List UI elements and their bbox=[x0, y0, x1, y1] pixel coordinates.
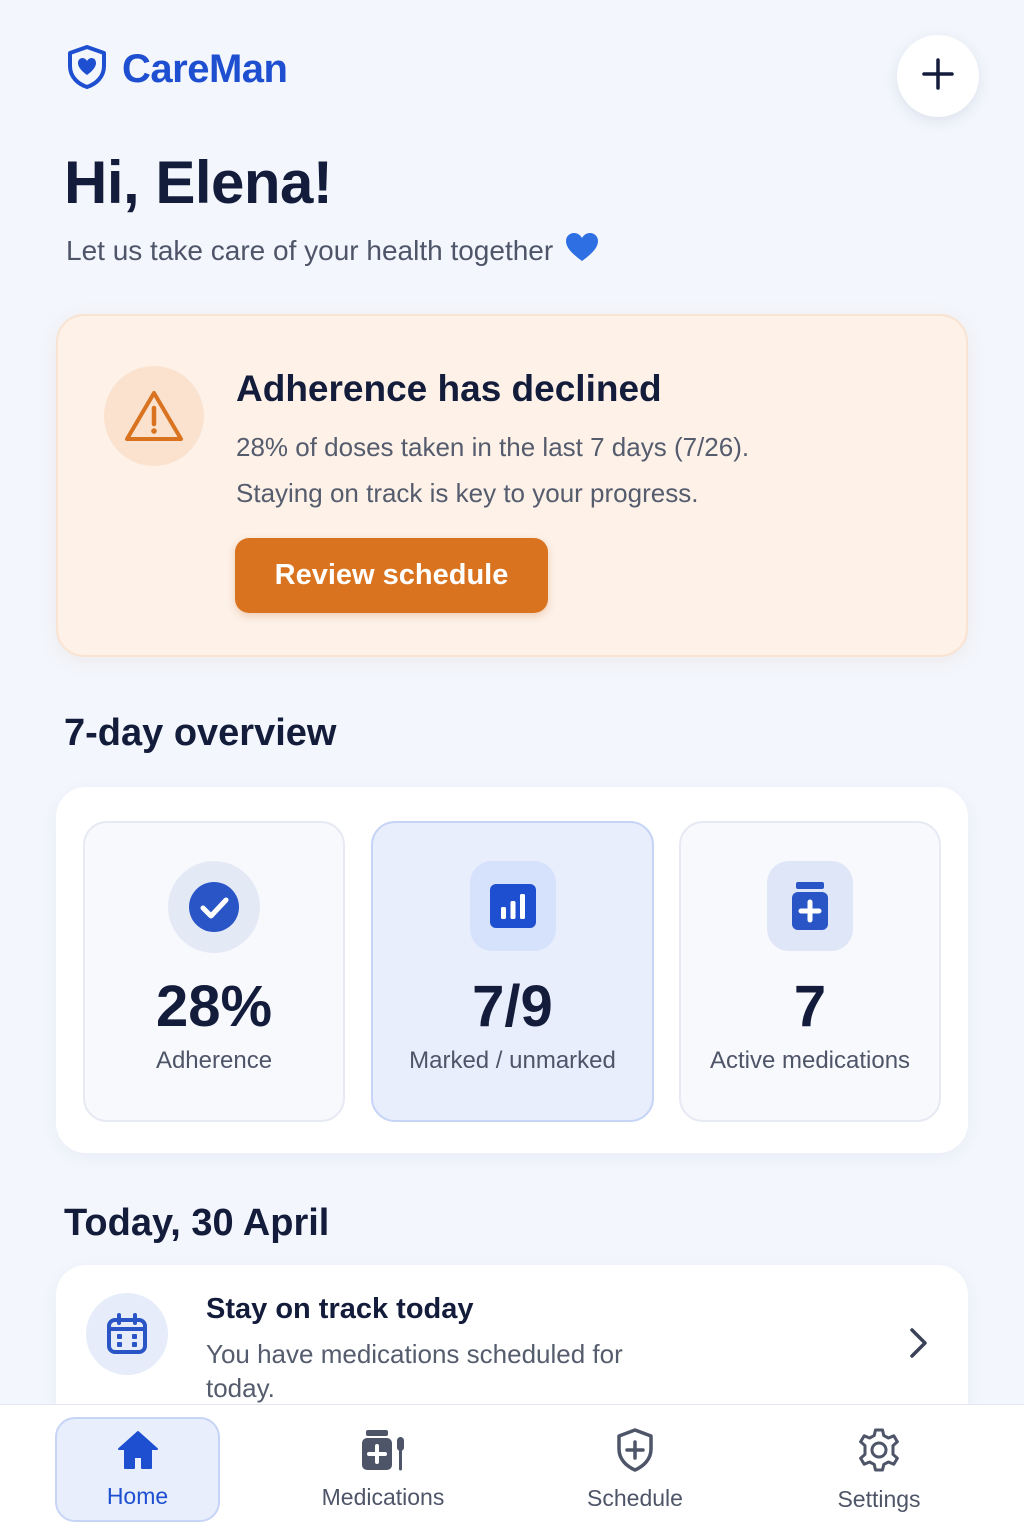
stat-value: 7/9 bbox=[472, 974, 553, 1039]
nav-schedule[interactable]: Schedule bbox=[555, 1417, 715, 1522]
calendar-icon bbox=[86, 1293, 168, 1375]
alert-encouragement: Staying on track is key to your progress… bbox=[236, 478, 699, 508]
add-button[interactable] bbox=[897, 35, 979, 117]
nav-home[interactable]: Home bbox=[55, 1417, 220, 1522]
adherence-alert-card: Adherence has declined 28% of doses take… bbox=[56, 314, 968, 657]
bar-chart-icon bbox=[469, 861, 556, 951]
chevron-right-icon bbox=[908, 1327, 930, 1364]
tagline-text: Let us take care of your health together bbox=[66, 234, 554, 266]
brand: CareMan bbox=[66, 44, 288, 95]
plus-icon bbox=[921, 57, 955, 96]
stat-value: 7 bbox=[793, 974, 827, 1039]
stat-value: 28% bbox=[155, 974, 273, 1039]
stat-label: Marked / unmarked bbox=[409, 1047, 616, 1074]
stat-adherence[interactable]: 28% Adherence bbox=[83, 821, 345, 1122]
gear-icon bbox=[856, 1427, 902, 1478]
home-icon bbox=[117, 1430, 159, 1475]
shield-plus-icon bbox=[616, 1427, 654, 1477]
today-card-subtitle: You have medications scheduled for today… bbox=[206, 1339, 623, 1403]
nav-label: Settings bbox=[837, 1485, 921, 1512]
stat-label: Active medications bbox=[709, 1047, 911, 1074]
nav-settings[interactable]: Settings bbox=[805, 1417, 953, 1522]
review-schedule-button[interactable]: Review schedule bbox=[235, 538, 548, 613]
nav-label: Home bbox=[106, 1482, 169, 1509]
stat-active-medications[interactable]: 7 Active medications bbox=[679, 821, 941, 1122]
nav-medications[interactable]: Medications bbox=[298, 1417, 468, 1522]
stat-marked-unmarked[interactable]: 7/9 Marked / unmarked bbox=[371, 821, 654, 1122]
nav-label: Schedule bbox=[587, 1484, 683, 1511]
today-title: Today, 30 April bbox=[64, 1202, 330, 1244]
tagline: Let us take care of your health together bbox=[66, 232, 599, 269]
shield-heart-icon bbox=[66, 44, 108, 95]
app-name: CareMan bbox=[122, 47, 288, 91]
medicine-bottle-icon bbox=[767, 861, 853, 951]
today-card-heading: Stay on track today bbox=[206, 1293, 474, 1325]
nav-label: Medications bbox=[321, 1483, 445, 1510]
warning-triangle-icon bbox=[104, 366, 204, 466]
check-circle-icon bbox=[168, 861, 260, 953]
medications-icon bbox=[360, 1429, 406, 1476]
alert-title: Adherence has declined bbox=[236, 368, 662, 409]
alert-detail: 28% of doses taken in the last 7 days (7… bbox=[236, 432, 750, 462]
home-screen: CareMan Hi, Elena! Let us take care of y… bbox=[0, 0, 1024, 1536]
overview-title: 7-day overview bbox=[64, 712, 337, 754]
greeting-title: Hi, Elena! bbox=[64, 149, 333, 216]
stat-label: Adherence bbox=[155, 1047, 273, 1074]
blue-heart-icon bbox=[565, 232, 599, 269]
overview-card: 28% Adherence 7/9 Marked / unmarked 7 Ac… bbox=[56, 787, 968, 1153]
bottom-nav: Home Medications Schedule Settings bbox=[0, 1404, 1024, 1536]
